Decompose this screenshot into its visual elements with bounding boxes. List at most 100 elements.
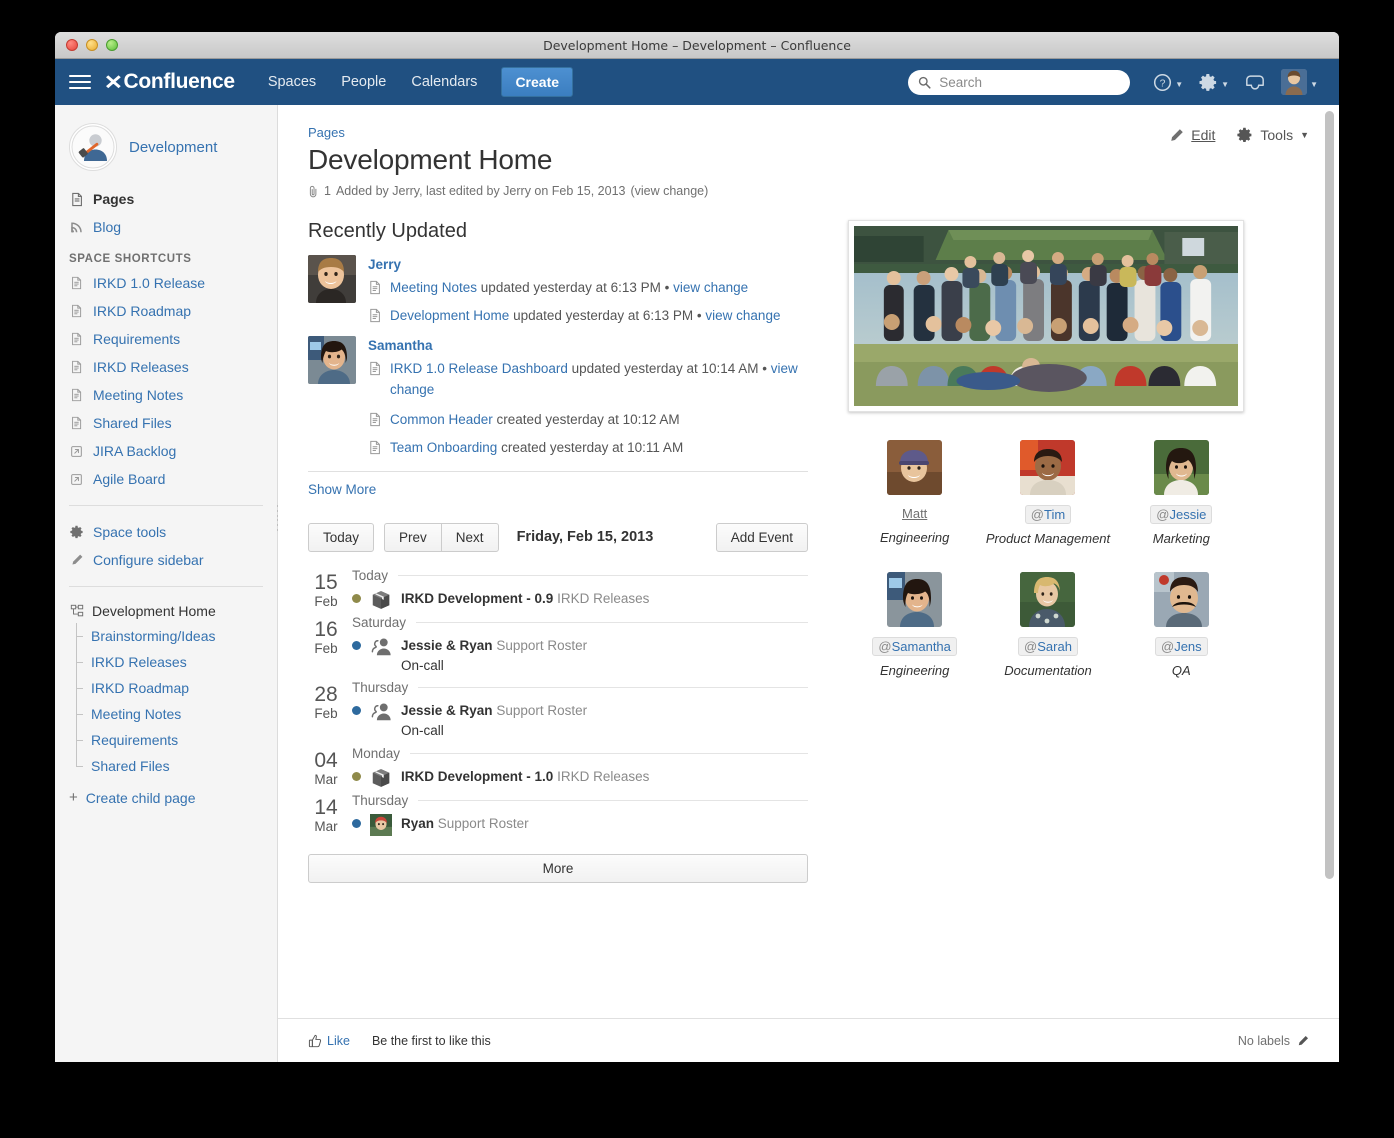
sidebar-shortcut-meeting-notes[interactable]: Meeting Notes <box>55 381 277 409</box>
mention-at-icon: @ <box>878 639 891 654</box>
confluence-logo[interactable]: ✕Confluence <box>105 70 235 95</box>
page-icon <box>69 360 84 375</box>
nav-link-spaces[interactable]: Spaces <box>257 68 327 96</box>
member-role: Documentation <box>981 663 1114 678</box>
recently-updated-group: Jerry Meeting Notes updated yesterday at… <box>308 255 808 334</box>
sidebar-shortcut-irkd-roadmap[interactable]: IRKD Roadmap <box>55 297 277 325</box>
page-metadata: 1 Added by Jerry, last edited by Jerry o… <box>308 184 1309 198</box>
calendar-today-button[interactable]: Today <box>308 523 374 552</box>
event-calendar-name: Support Roster <box>496 703 587 718</box>
recently-updated-user[interactable]: Jerry <box>368 257 808 272</box>
calendar-event[interactable]: Jessie & Ryan Support Roster On-call <box>352 636 808 677</box>
recently-updated-page-link[interactable]: Team Onboarding <box>390 440 497 455</box>
page-icon <box>69 416 84 431</box>
view-change-link[interactable]: view change <box>705 308 780 323</box>
search-input[interactable] <box>937 74 1120 91</box>
page-scrollbar[interactable] <box>1323 105 1336 1062</box>
help-menu-button[interactable]: ? ▼ <box>1146 69 1190 96</box>
recently-updated-page-link[interactable]: IRKD 1.0 Release Dashboard <box>390 361 568 376</box>
settings-menu-button[interactable]: ▼ <box>1192 69 1236 96</box>
calendar-event[interactable]: Jessie & Ryan Support Roster On-call <box>352 701 808 742</box>
view-change-link[interactable]: (view change) <box>630 184 708 198</box>
calendar-dayname: Saturday <box>352 615 406 630</box>
sidebar-shortcut-requirements[interactable]: Requirements <box>55 325 277 353</box>
member-name[interactable]: Matt <box>902 506 927 521</box>
recently-updated-user[interactable]: Samantha <box>368 338 808 353</box>
nav-link-calendars[interactable]: Calendars <box>400 68 488 96</box>
notifications-button[interactable] <box>1238 70 1272 95</box>
page-icon <box>69 332 84 347</box>
member-name[interactable]: @Jessie <box>1150 505 1212 524</box>
sidebar-shortcut-irkd-releases[interactable]: IRKD Releases <box>55 353 277 381</box>
create-child-page-button[interactable]: + Create child page <box>55 779 277 816</box>
space-header[interactable]: Development <box>55 123 277 185</box>
page-tree-item-shared-files[interactable]: Shared Files <box>69 753 263 779</box>
hamburger-menu-icon[interactable] <box>69 71 91 93</box>
sidebar-item-configure-sidebar[interactable]: Configure sidebar <box>55 546 277 574</box>
sidebar-item-blog[interactable]: Blog <box>55 213 277 241</box>
member-name[interactable]: @Jens <box>1155 637 1208 656</box>
recently-updated-page-link[interactable]: Common Header <box>390 412 493 427</box>
scrollbar-thumb[interactable] <box>1325 111 1334 879</box>
page-tree-root-label: Development Home <box>92 603 216 619</box>
event-text: IRKD Development - 0.9 IRKD Releases <box>401 589 649 609</box>
tools-menu-button[interactable]: Tools ▼ <box>1237 127 1309 143</box>
page-tree-item-irkd-releases[interactable]: IRKD Releases <box>69 649 263 675</box>
show-more-link[interactable]: Show More <box>308 482 808 497</box>
sidebar-shortcut-shared-files[interactable]: Shared Files <box>55 409 277 437</box>
page-tree-root[interactable]: Development Home <box>69 599 263 623</box>
member-name[interactable]: @Samantha <box>872 637 956 656</box>
calendar-day-date: 04 Mar <box>308 746 344 789</box>
avatar <box>1281 69 1307 95</box>
space-sidebar: Development Pages Blog SPACE SHORTCUTS I… <box>55 105 278 1062</box>
sidebar-shortcut-label: JIRA Backlog <box>93 443 176 459</box>
create-button[interactable]: Create <box>501 67 573 97</box>
member-name[interactable]: @Sarah <box>1018 637 1078 656</box>
divider <box>410 753 808 754</box>
calendar-event[interactable]: IRKD Development - 1.0 IRKD Releases <box>352 767 808 789</box>
page-tree-item-brainstorming-ideas[interactable]: Brainstorming/Ideas <box>69 623 263 649</box>
recently-updated-page-link[interactable]: Meeting Notes <box>390 280 477 295</box>
user-profile-menu[interactable]: ▼ <box>1274 65 1325 99</box>
calendar-event[interactable]: IRKD Development - 0.9 IRKD Releases <box>352 589 808 611</box>
calendar-event[interactable]: Ryan Support Roster <box>352 814 808 836</box>
create-child-page-label: Create child page <box>86 790 196 806</box>
sidebar-shortcut-irkd-1-0-release[interactable]: IRKD 1.0 Release <box>55 269 277 297</box>
maximize-window-button[interactable] <box>106 39 118 51</box>
divider <box>398 575 808 576</box>
event-title: Ryan <box>401 816 434 831</box>
page-tree-item-irkd-roadmap[interactable]: IRKD Roadmap <box>69 675 263 701</box>
breadcrumb[interactable]: Pages <box>308 125 1309 140</box>
page-tree-item-meeting-notes[interactable]: Meeting Notes <box>69 701 263 727</box>
add-event-button[interactable]: Add Event <box>716 523 808 552</box>
calendar-prev-button[interactable]: Prev <box>384 523 441 552</box>
page-icon <box>368 440 382 455</box>
window-controls <box>66 39 118 51</box>
sidebar-item-pages[interactable]: Pages <box>55 185 277 213</box>
nav-link-people[interactable]: People <box>330 68 397 96</box>
sidebar-item-space-tools[interactable]: Space tools <box>55 518 277 546</box>
member-name[interactable]: @Tim <box>1025 505 1071 524</box>
sidebar-item-label: Pages <box>93 191 134 207</box>
like-button[interactable]: Like <box>308 1034 350 1048</box>
labels-area[interactable]: No labels <box>1238 1034 1309 1048</box>
recently-updated-extra-items: Common Header created yesterday at 10:12… <box>368 410 808 459</box>
calendar-dayname: Thursday <box>352 793 408 808</box>
gear-icon <box>69 525 84 540</box>
page-footer: Like Be the first to like this No labels <box>278 1018 1339 1062</box>
sidebar-shortcut-agile-board[interactable]: Agile Board <box>55 465 277 493</box>
calendar-more-button[interactable]: More <box>308 854 808 883</box>
member-name-text: Jessie <box>1169 507 1206 522</box>
edit-button[interactable]: Edit <box>1169 127 1215 143</box>
recently-updated-page-link[interactable]: Development Home <box>390 308 509 323</box>
space-name-link[interactable]: Development <box>129 139 217 156</box>
close-window-button[interactable] <box>66 39 78 51</box>
calendar-next-button[interactable]: Next <box>441 523 499 552</box>
sidebar-shortcut-jira-backlog[interactable]: JIRA Backlog <box>55 437 277 465</box>
page-body: Development Pages Blog SPACE SHORTCUTS I… <box>55 105 1339 1062</box>
page-tree-item-requirements[interactable]: Requirements <box>69 727 263 753</box>
view-change-link[interactable]: view change <box>673 280 748 295</box>
search-box[interactable] <box>908 70 1130 95</box>
minimize-window-button[interactable] <box>86 39 98 51</box>
sidebar-divider <box>69 505 263 506</box>
